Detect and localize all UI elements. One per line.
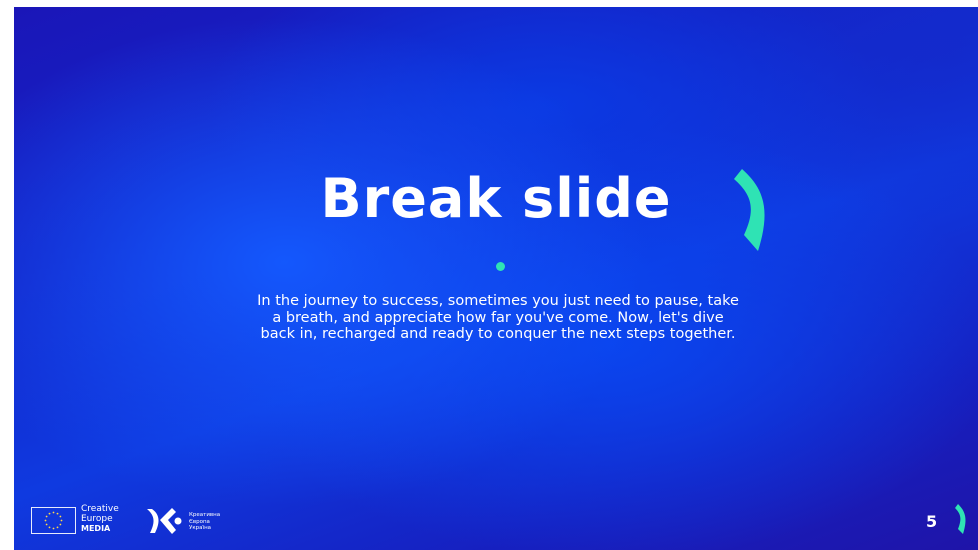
slide-title: Break slide — [320, 167, 672, 230]
eu-logo-line: MEDIA — [81, 524, 111, 533]
title-row: Break slide — [14, 167, 978, 230]
creative-europe-ukraine-logo: Креативна Європа Україна — [144, 506, 254, 536]
ce-logo-line: Креативна — [189, 512, 221, 518]
accent-dot — [496, 262, 505, 271]
ce-logo-text: Креативна Європа Україна — [189, 512, 220, 532]
bracket-arc-icon — [955, 504, 966, 534]
slide-frame: Break slide In the journey to success, s… — [0, 0, 978, 550]
eu-logo-text: Creative Europe MEDIA — [81, 504, 119, 534]
bracket-arc-icon — [734, 169, 765, 251]
creative-europe-media-logo: Creative Europe MEDIA — [31, 504, 125, 534]
slide-body-text: In the journey to success, sometimes you… — [257, 293, 739, 342]
eu-logo-line: Creative — [81, 504, 119, 514]
eu-logo-line: Europe — [81, 514, 113, 524]
creative-europe-ukraine-mark-icon — [147, 508, 182, 534]
page-number: 5 — [926, 512, 938, 531]
ce-logo-line: Україна — [189, 525, 212, 531]
break-slide: Break slide In the journey to success, s… — [14, 7, 978, 550]
eu-flag-icon — [31, 507, 76, 534]
